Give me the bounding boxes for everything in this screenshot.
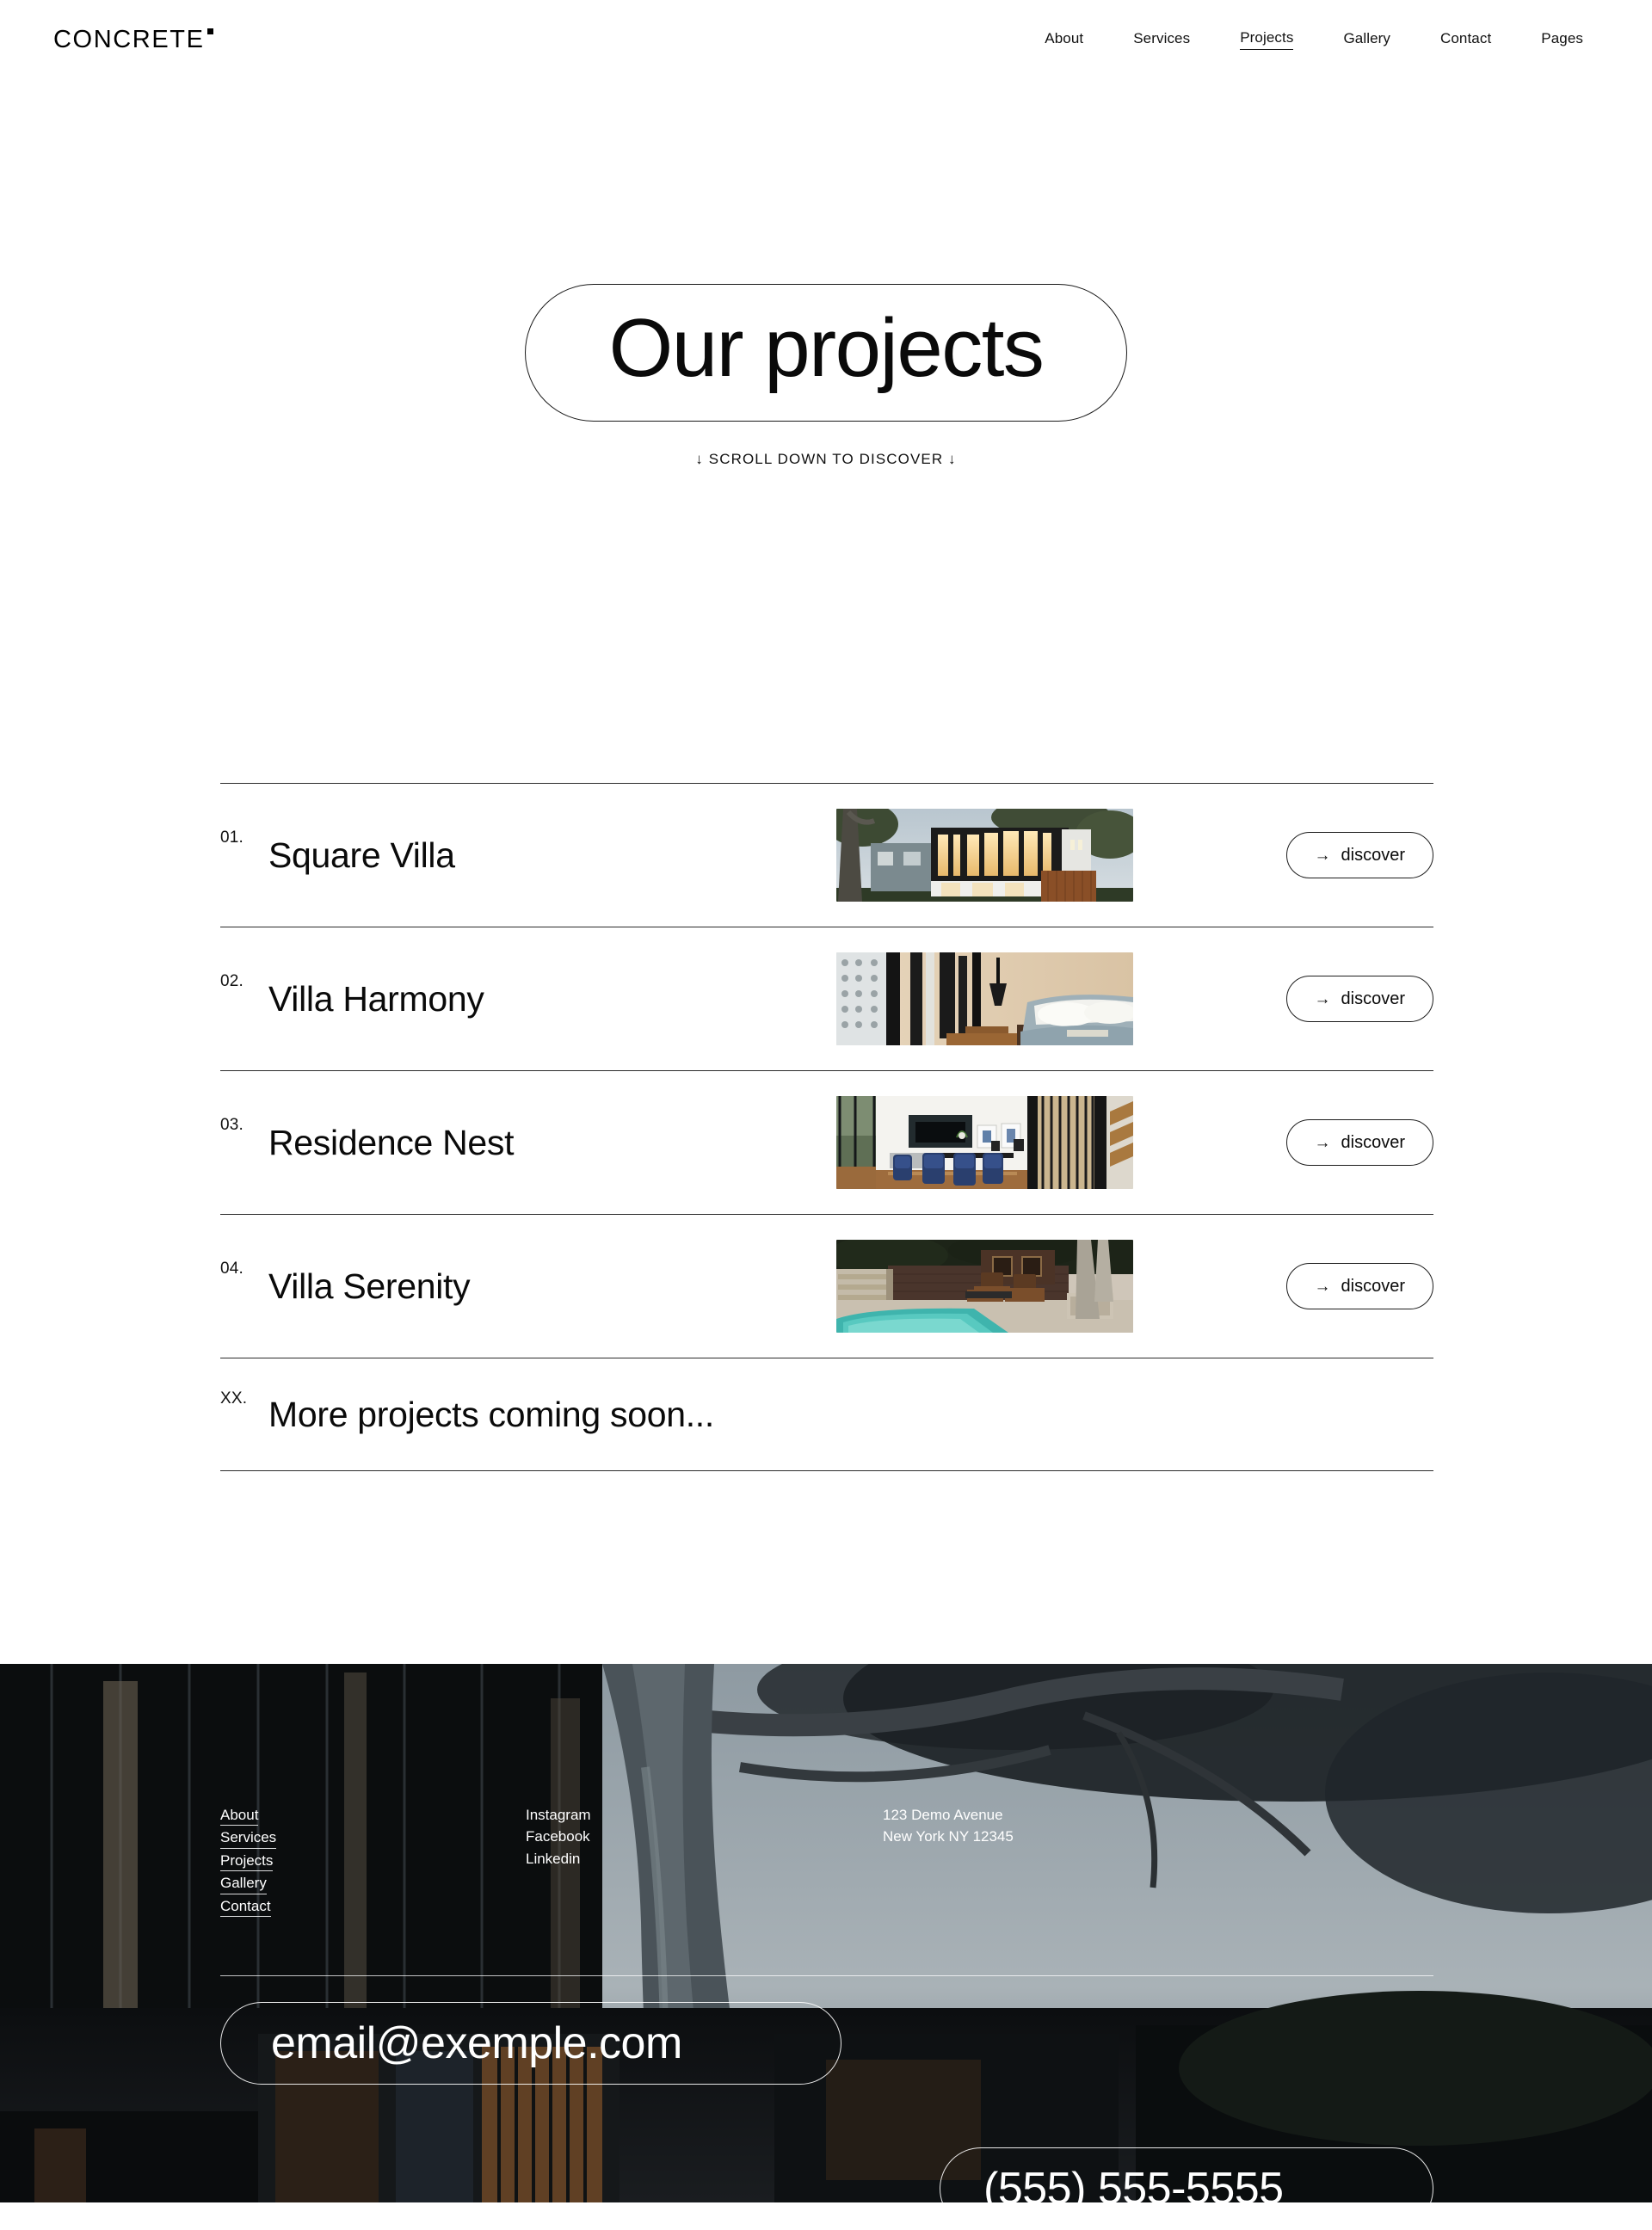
- discover-button-label: discover: [1341, 989, 1405, 1008]
- nav-item-services[interactable]: Services: [1133, 30, 1190, 50]
- project-thumbnail-modern-house-dusk: [836, 809, 1133, 902]
- project-row[interactable]: 04. Villa Serenity → discover: [220, 1214, 1433, 1358]
- footer-content: [0, 1664, 1652, 2202]
- email-address-text: email@exemple.com: [271, 2018, 682, 2068]
- footer-link-contact[interactable]: Contact: [220, 1896, 271, 1918]
- arrow-right-icon: →: [1314, 846, 1331, 865]
- nav-item-contact[interactable]: Contact: [1440, 30, 1491, 50]
- nav-item-pages[interactable]: Pages: [1541, 30, 1583, 50]
- nav-item-projects[interactable]: Projects: [1240, 29, 1294, 50]
- project-number: 04.: [220, 1260, 244, 1278]
- address-line-2: New York NY 12345: [883, 1828, 1014, 1845]
- scroll-hint: ↓ SCROLL DOWN TO DISCOVER ↓: [695, 451, 957, 467]
- footer-social-column: Instagram Facebook Linkedin: [526, 1805, 883, 1917]
- phone-number-text: (555) 555-5555: [983, 2164, 1284, 2214]
- project-thumbnail-pool-terrace: [836, 1240, 1133, 1333]
- brand-logo-text: CONCRETE: [53, 25, 205, 53]
- address-line-1: 123 Demo Avenue: [883, 1807, 1003, 1823]
- nav-item-about[interactable]: About: [1045, 30, 1083, 50]
- footer-social-facebook[interactable]: Facebook: [526, 1827, 883, 1846]
- footer-nav-column: About Services Projects Gallery Contact: [220, 1805, 526, 1918]
- project-number: 01.: [220, 829, 244, 847]
- footer-link-services[interactable]: Services: [220, 1827, 277, 1849]
- email-contact-pill[interactable]: email@exemple.com: [220, 2002, 841, 2085]
- square-dot-icon: [206, 28, 213, 34]
- project-name: Square Villa: [268, 835, 455, 875]
- project-number: 03.: [220, 1116, 244, 1134]
- discover-button-label: discover: [1341, 1132, 1405, 1152]
- project-row[interactable]: 02. Villa Harmony → discover: [220, 927, 1433, 1070]
- nav-item-gallery[interactable]: Gallery: [1343, 30, 1390, 50]
- project-name: More projects coming soon...: [268, 1394, 714, 1434]
- arrow-right-icon: →: [1314, 1277, 1331, 1296]
- discover-button[interactable]: → discover: [1285, 832, 1433, 878]
- primary-navigation: About Services Projects Gallery Contact …: [1045, 29, 1583, 50]
- discover-button[interactable]: → discover: [1285, 976, 1433, 1022]
- discover-button[interactable]: → discover: [1285, 1263, 1433, 1309]
- hero-section: Our projects ↓ SCROLL DOWN TO DISCOVER ↓: [0, 284, 1652, 468]
- projects-list: 01. Square Villa → discover 02. Villa Ha…: [220, 783, 1433, 1471]
- discover-button[interactable]: → discover: [1285, 1119, 1433, 1166]
- site-footer: [0, 1664, 1652, 2202]
- footer-social-linkedin[interactable]: Linkedin: [526, 1849, 883, 1869]
- project-number: XX.: [220, 1389, 248, 1408]
- project-number: 02.: [220, 972, 244, 990]
- project-name: Residence Nest: [268, 1122, 515, 1162]
- page-title: Our projects: [608, 302, 1045, 394]
- project-row[interactable]: 03. Residence Nest → discover: [220, 1070, 1433, 1214]
- arrow-right-icon: →: [1314, 989, 1331, 1008]
- site-header: CONCRETE About Services Projects Gallery…: [0, 0, 1652, 79]
- footer-link-gallery[interactable]: Gallery: [220, 1873, 267, 1894]
- brand-logo[interactable]: CONCRETE: [53, 25, 213, 53]
- discover-button-label: discover: [1341, 845, 1405, 865]
- project-name: Villa Serenity: [268, 1266, 471, 1306]
- project-thumbnail-bedroom-interior: [836, 952, 1133, 1045]
- project-row[interactable]: 01. Square Villa → discover: [220, 783, 1433, 927]
- footer-address-column: 123 Demo Avenue New York NY 12345: [883, 1805, 1014, 1917]
- phone-contact-pill[interactable]: (555) 555-5555: [940, 2147, 1433, 2230]
- project-name: Villa Harmony: [268, 978, 484, 1019]
- arrow-right-icon: →: [1314, 1133, 1331, 1152]
- project-thumbnail-dining-room-blue-chairs: [836, 1096, 1133, 1189]
- discover-button-label: discover: [1341, 1276, 1405, 1296]
- footer-divider: [220, 1975, 1433, 1976]
- page-title-pill: Our projects: [525, 284, 1127, 422]
- footer-columns: About Services Projects Gallery Contact …: [220, 1805, 1433, 1918]
- footer-link-projects[interactable]: Projects: [220, 1851, 274, 1872]
- footer-social-instagram[interactable]: Instagram: [526, 1805, 883, 1825]
- footer-link-about[interactable]: About: [220, 1805, 259, 1827]
- project-row-coming-soon: XX. More projects coming soon...: [220, 1358, 1433, 1471]
